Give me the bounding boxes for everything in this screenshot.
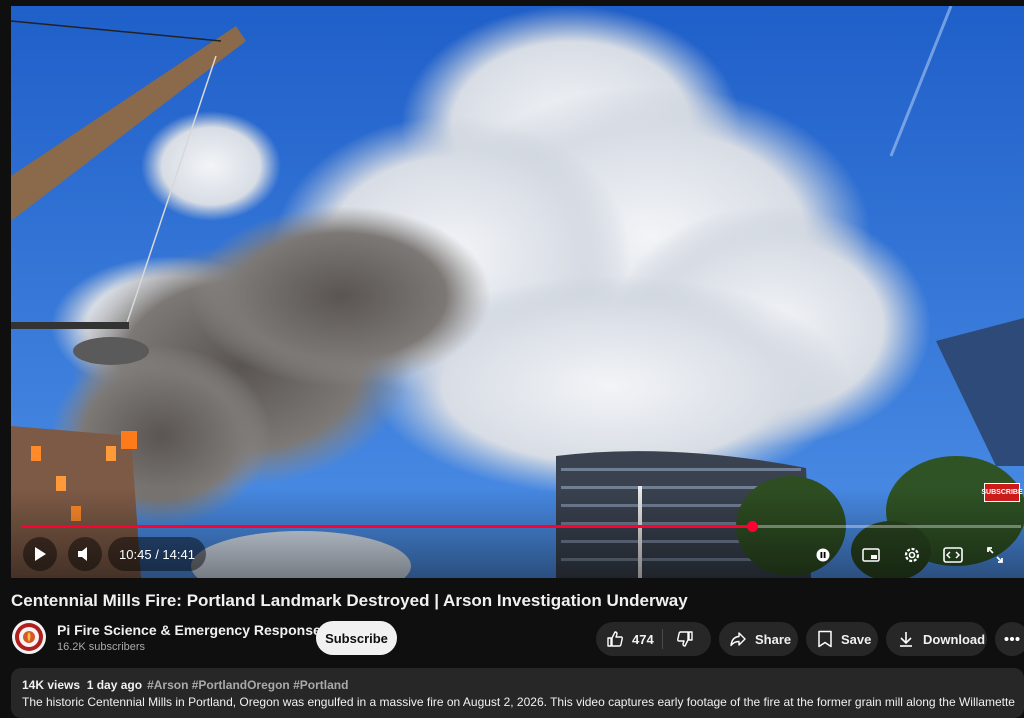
miniplayer-button[interactable]: [860, 544, 882, 566]
channel-subscriber-count: 16.2K subscribers: [57, 641, 146, 653]
volume-button[interactable]: [68, 537, 102, 571]
description-box[interactable]: 14K views 1 day ago #Arson #PortlandOrego…: [11, 668, 1024, 718]
volume-icon: [78, 547, 87, 561]
subscribe-watermark[interactable]: SUBSCRIBE: [981, 483, 1023, 502]
fire-emblem-icon: [15, 623, 43, 651]
play-button[interactable]: [23, 537, 57, 571]
like-button[interactable]: 474: [606, 622, 654, 656]
settings-button[interactable]: [900, 543, 924, 567]
theater-icon: [943, 547, 963, 563]
time-display: 10:45 / 14:41: [108, 537, 206, 571]
download-label: Download: [923, 631, 986, 647]
like-divider: [662, 629, 663, 649]
bookmark-icon: [818, 630, 832, 648]
download-button[interactable]: Download: [886, 622, 987, 656]
progress-played: [21, 525, 752, 528]
channel-name[interactable]: Pi Fire Science & Emergency Response: [57, 622, 321, 638]
like-count: 474: [632, 631, 654, 647]
share-label: Share: [755, 631, 792, 647]
share-button[interactable]: Share: [719, 622, 798, 656]
progress-scrubber[interactable]: [747, 521, 758, 532]
save-label: Save: [841, 631, 872, 647]
more-actions-button[interactable]: [995, 622, 1024, 656]
subscribe-button[interactable]: Subscribe: [316, 621, 397, 655]
fullscreen-icon: [987, 547, 1003, 563]
description-meta: 14K views 1 day ago #Arson #PortlandOrego…: [22, 678, 348, 692]
hashtags[interactable]: #Arson #PortlandOregon #Portland: [147, 678, 348, 692]
upload-age: 1 day ago: [86, 678, 143, 692]
thumbs-down-icon: [677, 631, 693, 647]
pause-pill-button[interactable]: [812, 544, 834, 566]
share-icon: [730, 632, 746, 647]
settings-icon: [904, 547, 920, 563]
progress-bar[interactable]: [21, 521, 1021, 532]
thumbs-up-icon: [607, 631, 623, 647]
play-icon: [35, 547, 46, 561]
dislike-button[interactable]: [676, 622, 694, 656]
video-title: Centennial Mills Fire: Portland Landmark…: [11, 591, 688, 610]
fullscreen-button[interactable]: [983, 543, 1007, 567]
download-icon: [900, 632, 912, 647]
like-dislike-group: 474: [596, 622, 711, 656]
channel-avatar[interactable]: [12, 620, 46, 654]
save-button[interactable]: Save: [806, 622, 878, 656]
theater-mode-button[interactable]: [941, 543, 965, 567]
video-player[interactable]: SUBSCRIBE 10:45 / 14:41: [11, 6, 1024, 578]
pause-pill-icon: [816, 548, 830, 562]
view-count: 14K views: [22, 678, 81, 692]
miniplayer-icon: [862, 548, 880, 562]
more-horizontal-icon: [1004, 637, 1020, 641]
